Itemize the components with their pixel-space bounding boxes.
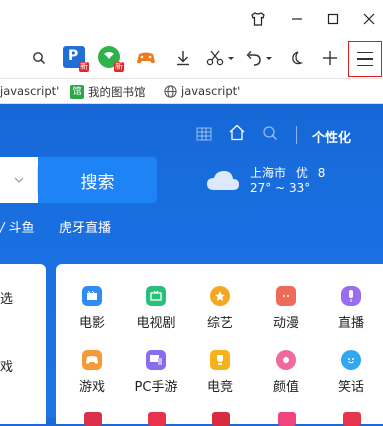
category-card: 电影 电视剧 综艺 动漫 直播 游戏 PC手游 电竞 颜值 笑话 [56,264,383,426]
category-games[interactable]: 游戏 [62,350,122,395]
library-icon: 馆 [70,85,84,99]
weather-city-line: 上海市 优 8 [250,164,325,181]
scissors-icon[interactable] [205,47,235,69]
category-label: 笑话 [337,380,364,395]
title-bar [0,0,383,38]
category-jokes[interactable]: 笑话 [321,350,381,395]
category-tv[interactable]: 电视剧 [126,286,186,331]
weather-temp: 27° ~ 33° [250,181,311,195]
category-label: PC手游 [134,380,178,395]
ext-game-icon[interactable] [135,47,157,69]
bookmark-item[interactable]: javascript' [164,84,240,98]
left-card: 选 戏 [0,264,46,424]
home-icon[interactable] [228,124,246,145]
category-label: 综艺 [206,316,233,331]
partial-icon[interactable] [212,412,230,426]
category-label: 游戏 [78,380,105,395]
smile-icon [341,350,361,370]
category-live[interactable]: 直播 [321,286,381,331]
bookmark-label: 我的图书馆 [88,85,146,99]
pc-game-icon [146,350,166,370]
ext-green-icon[interactable]: 新 [98,46,124,72]
minimize-icon[interactable] [286,8,308,30]
page-content: 个性化 搜索 上海市 优 8 27° ~ 33° / 斗鱼 虎牙直播 选 戏 电… [0,104,383,426]
download-icon[interactable] [173,47,193,69]
weather-aqi-value: 8 [317,166,326,180]
category-movie[interactable]: 电影 [62,286,122,331]
bookmark-item[interactable]: 馆 我的图书馆 [70,84,146,100]
category-label: 电影 [78,316,105,331]
weather-aqi: 优 [295,166,308,180]
category-variety[interactable]: 综艺 [190,286,250,331]
divider [296,126,297,144]
search-button[interactable]: 搜索 [38,157,157,203]
category-anime[interactable]: 动漫 [256,286,316,331]
category-label: 动漫 [272,316,299,331]
hot-link-douyu[interactable]: / 斗鱼 [0,217,35,236]
shirt-icon[interactable] [247,8,269,30]
bookmark-item[interactable]: javascript' [0,84,59,98]
film-icon [82,286,102,306]
ext-p-icon[interactable]: P 新 [63,46,89,72]
category-pc-mobile-games[interactable]: PC手游 [126,350,186,395]
mic-icon [341,286,361,306]
search-input[interactable] [0,157,38,203]
category-label: 电视剧 [136,316,176,331]
hot-link-label: 斗鱼 [8,221,35,236]
bookmark-label: javascript' [181,84,241,98]
grid-icon[interactable] [196,126,212,145]
chevron-down-icon[interactable] [14,177,24,184]
hot-link-label: 虎牙直播 [59,221,112,236]
menu-icon[interactable] [348,41,382,77]
plus-icon[interactable] [321,47,339,69]
new-badge: 新 [114,62,124,72]
left-card-item[interactable]: 戏 [0,356,13,375]
category-looks[interactable]: 颜值 [256,350,316,395]
bookmarks-bar: javascript' 馆 我的图书馆 javascript' [0,78,383,104]
partial-icon[interactable] [84,412,102,426]
category-esports[interactable]: 电竞 [190,350,250,395]
personalize-link[interactable]: 个性化 [312,127,351,146]
category-label: 颜值 [272,380,299,395]
weather-city: 上海市 [250,166,287,180]
cat-icon [276,286,296,306]
gamepad-icon [82,350,102,370]
moon-icon[interactable] [287,47,305,69]
category-label: 直播 [337,316,364,331]
girl-icon [276,350,296,370]
search-icon[interactable] [30,47,48,69]
trophy-icon [210,350,230,370]
close-icon[interactable] [358,8,380,30]
hot-link-huya[interactable]: 虎牙直播 [59,217,111,236]
tv-icon [146,286,166,306]
browser-toolbar: P 新 新 [0,38,383,78]
bookmark-label: javascript' [0,84,60,98]
new-badge: 新 [79,62,89,72]
undo-icon[interactable] [244,47,274,69]
partial-icon[interactable] [148,412,166,426]
left-card-item[interactable]: 选 [0,288,13,307]
page-search-icon[interactable] [262,125,278,145]
maximize-icon[interactable] [322,8,344,30]
partial-icon[interactable] [343,412,361,426]
star-icon [210,286,230,306]
globe-icon [164,84,177,98]
cloud-icon [207,171,239,190]
partial-icon[interactable] [278,412,296,426]
category-label: 电竞 [206,380,233,395]
